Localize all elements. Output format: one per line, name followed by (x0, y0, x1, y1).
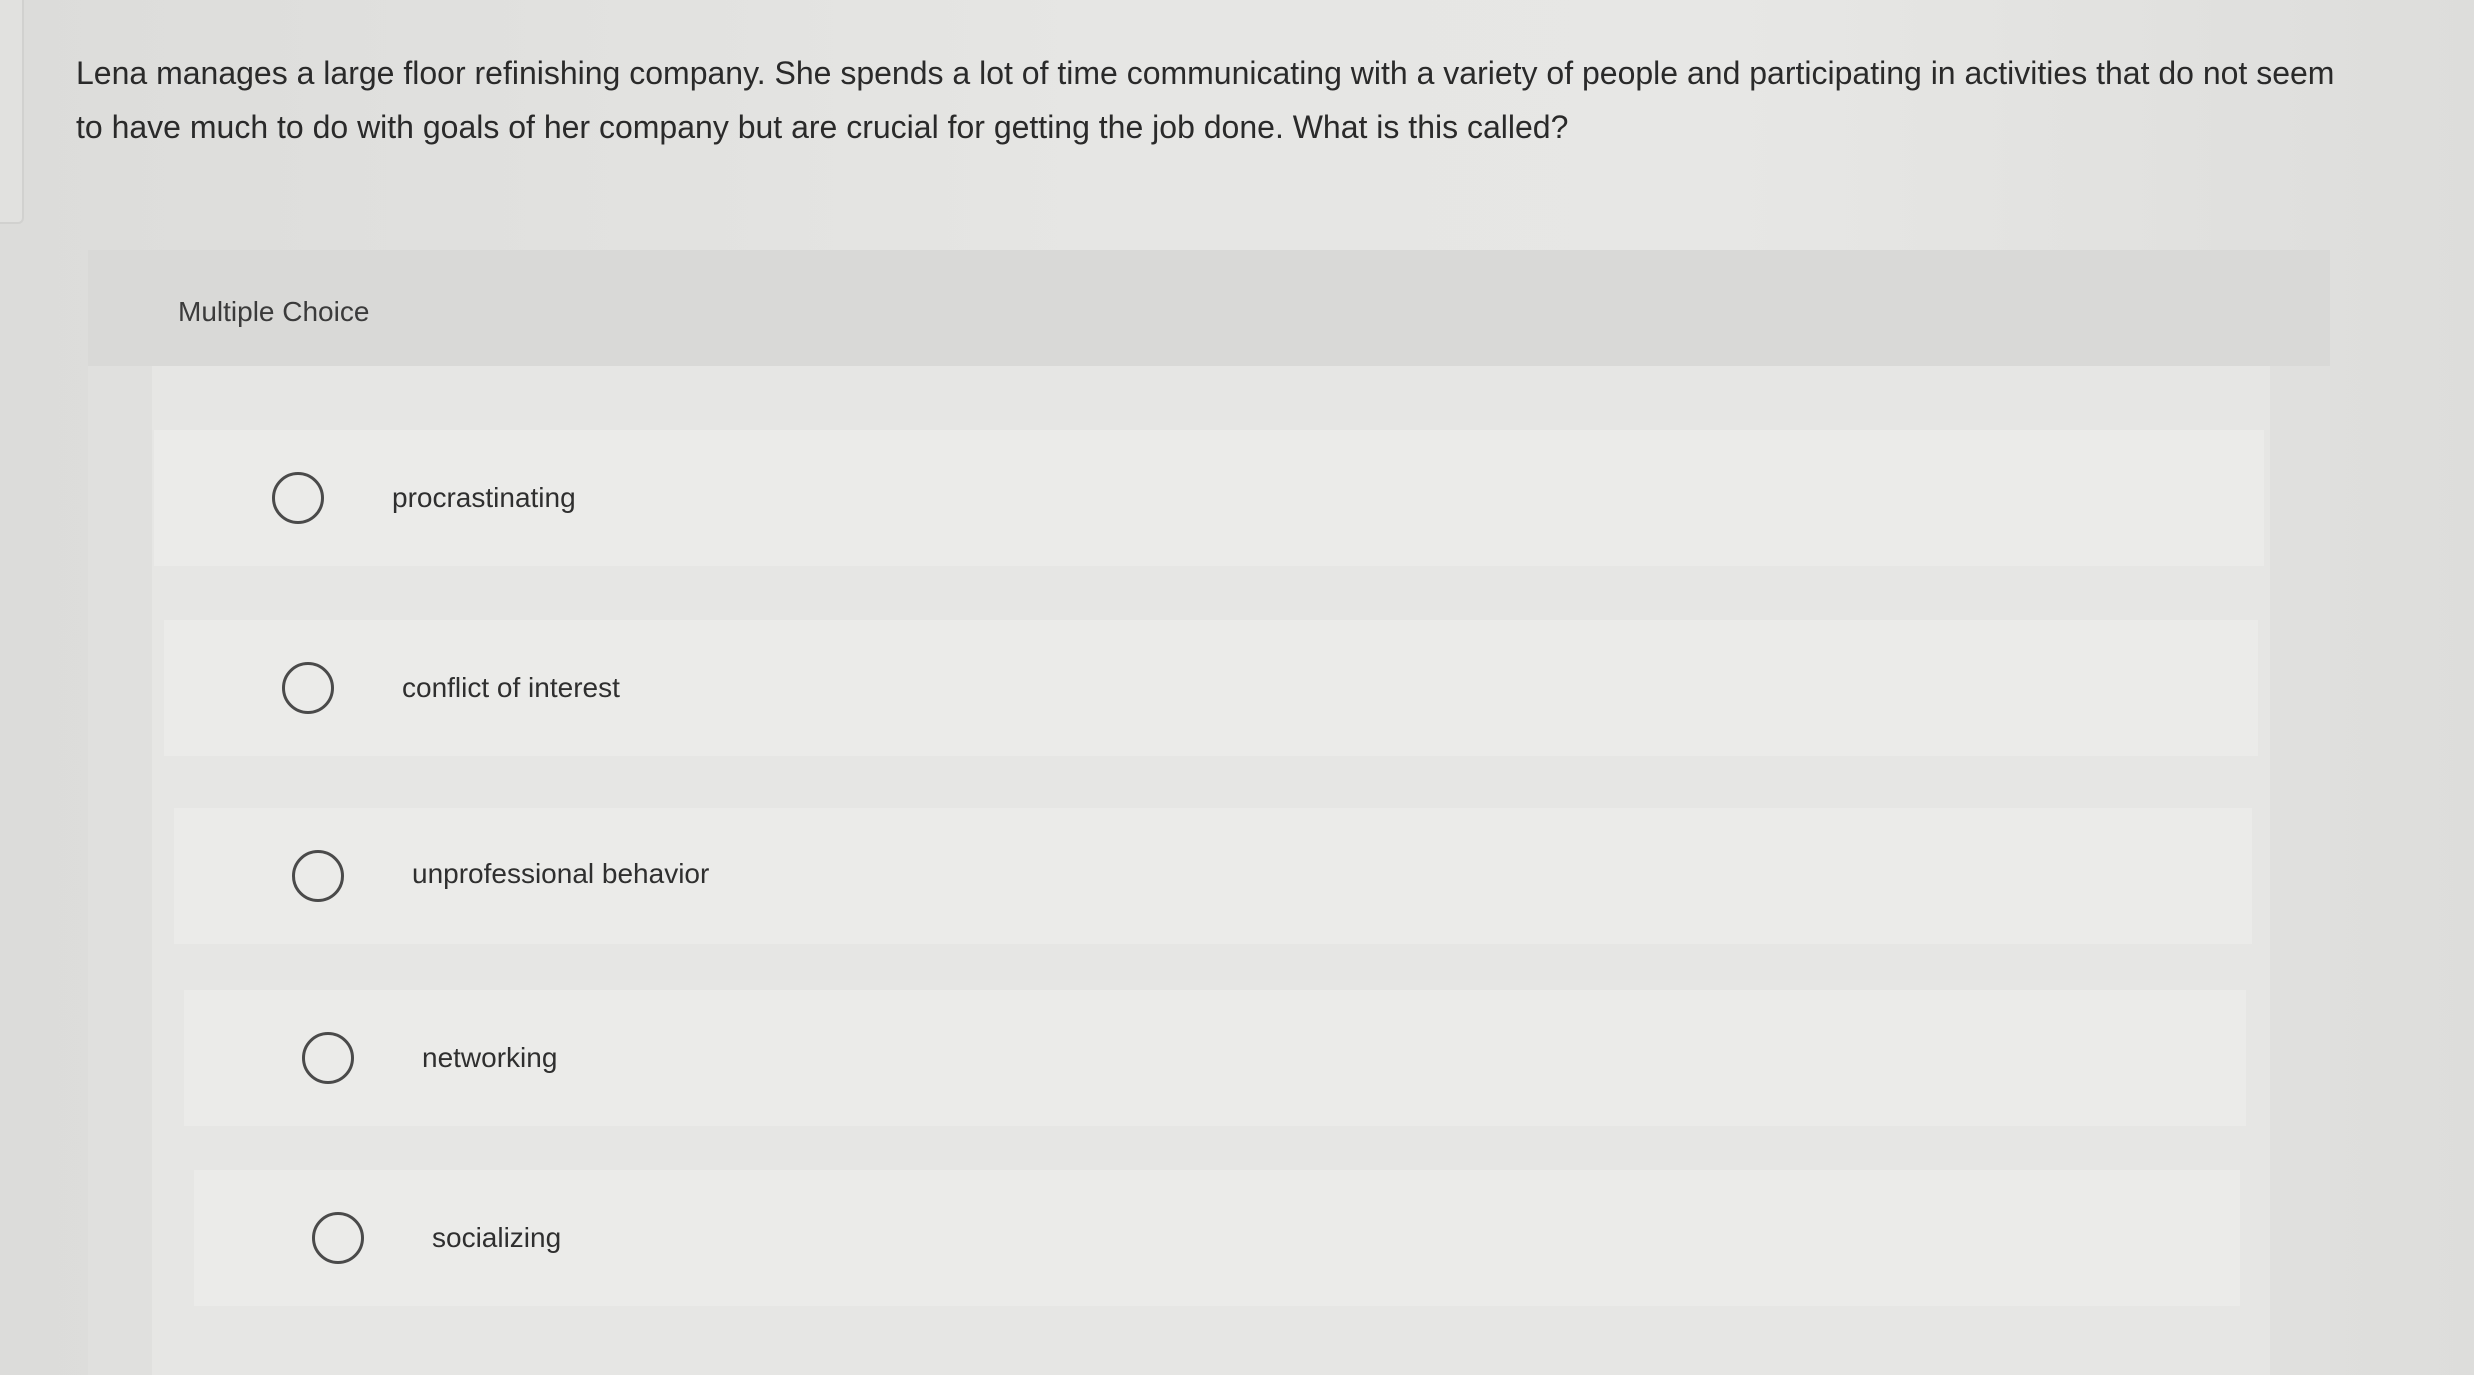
option-label: procrastinating (392, 482, 576, 513)
option-procrastinating[interactable]: procrastinating (154, 430, 2264, 566)
option-unprofessional-behavior[interactable]: unprofessional behavior (174, 808, 2252, 944)
radio-button[interactable] (292, 850, 344, 902)
option-label: networking (422, 1042, 558, 1073)
radio-button[interactable] (272, 472, 324, 524)
radio-button[interactable] (302, 1032, 354, 1084)
multiple-choice-panel: Multiple Choice procrastinating conflict… (88, 250, 2330, 1375)
question-text: Lena manages a large floor refinishing c… (76, 55, 2335, 145)
left-panel-edge (0, 0, 24, 224)
radio-button[interactable] (312, 1212, 364, 1264)
option-networking[interactable]: networking (184, 990, 2246, 1126)
radio-button[interactable] (282, 662, 334, 714)
multiple-choice-label: Multiple Choice (178, 296, 370, 327)
panel-header: Multiple Choice (88, 250, 2330, 366)
option-socializing[interactable]: socializing (194, 1170, 2240, 1306)
option-label: conflict of interest (402, 672, 620, 703)
option-label: unprofessional behavior (412, 858, 710, 889)
option-label: socializing (432, 1222, 562, 1253)
option-conflict-of-interest[interactable]: conflict of interest (164, 620, 2258, 756)
